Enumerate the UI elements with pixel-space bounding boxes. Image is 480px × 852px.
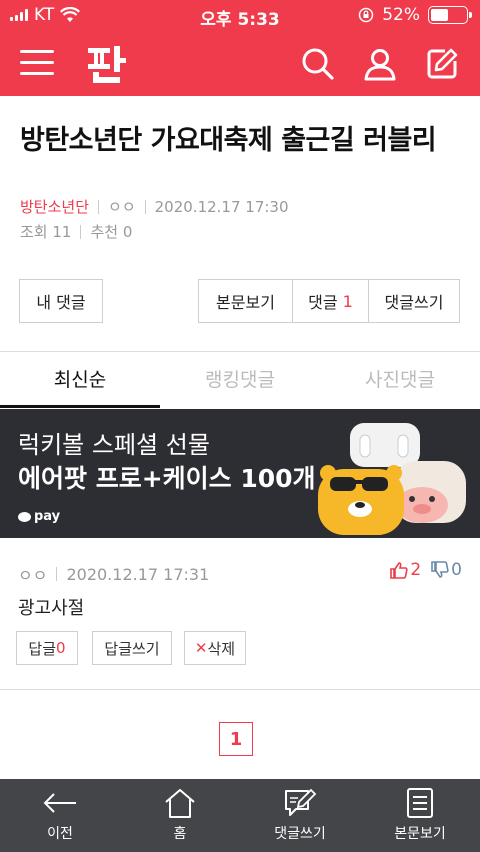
delete-label: 삭제: [207, 639, 236, 658]
like-button[interactable]: 2: [390, 560, 421, 580]
tab-photo[interactable]: 사진댓글: [320, 352, 480, 408]
like-count: 2: [410, 560, 422, 580]
nav-home-label: 홈: [173, 826, 187, 842]
write-comment-icon: [285, 788, 317, 816]
battery-icon: [428, 6, 472, 24]
rotation-lock-icon: [358, 7, 374, 23]
view-count: 조회 11: [20, 223, 72, 241]
divider: [0, 689, 480, 690]
delete-button[interactable]: ✕ 삭제: [184, 631, 246, 665]
app-header: [0, 32, 480, 96]
article-meta: 방탄소년단 ㅇㅇ 2020.12.17 17:30: [20, 196, 289, 217]
search-button[interactable]: [300, 46, 336, 82]
comments-count: 1: [342, 291, 353, 311]
dislike-count: 0: [451, 560, 462, 580]
comment-author: ㅇㅇ: [18, 566, 48, 585]
reply-button[interactable]: 답글 0: [16, 631, 78, 665]
nav-view-body[interactable]: 본문보기: [360, 779, 480, 852]
reply-label: 답글: [28, 639, 57, 658]
thumbs-up-icon: [390, 562, 408, 579]
document-icon: [407, 788, 433, 818]
edit-icon: [427, 48, 458, 79]
write-comment-button[interactable]: 댓글쓰기: [369, 280, 459, 322]
ad-headline: 럭키볼 스페셜 선물: [18, 431, 210, 459]
battery-percent: 52%: [382, 5, 420, 25]
article-category[interactable]: 방탄소년단: [20, 196, 89, 217]
airpods-character-image: [318, 423, 466, 535]
article-datetime: 2020.12.17 17:30: [154, 197, 289, 216]
search-icon: [302, 48, 334, 80]
battery-level: [431, 9, 449, 21]
menu-button[interactable]: [20, 50, 54, 78]
article-action-group: 본문보기 댓글 1 댓글쓰기: [198, 279, 460, 323]
ad-banner[interactable]: 럭키볼 스페셜 선물 에어팟 프로+케이스 100개 pay: [0, 409, 480, 538]
divider: [144, 199, 146, 214]
comment-votes: 2 0: [390, 560, 462, 580]
tab-latest[interactable]: 최신순: [0, 352, 160, 408]
my-comments-button[interactable]: 내 댓글: [19, 279, 103, 323]
view-body-button[interactable]: 본문보기: [199, 280, 293, 322]
chat-bubble-icon: [18, 511, 31, 522]
nav-view-body-label: 본문보기: [394, 826, 446, 842]
recommend-count: 추천 0: [90, 223, 133, 241]
nav-back-label: 이전: [47, 826, 73, 842]
comments-label: 댓글: [308, 293, 338, 312]
back-arrow-icon: [43, 793, 76, 813]
tab-ranking[interactable]: 랭킹댓글: [160, 352, 320, 408]
logo-mark: [88, 46, 126, 83]
delete-icon: ✕: [194, 639, 208, 657]
nav-write-comment-label: 댓글쓰기: [274, 826, 326, 842]
dislike-button[interactable]: 0: [431, 560, 462, 580]
article-author: ㅇㅇ: [108, 198, 136, 216]
pann-logo[interactable]: [84, 42, 128, 86]
nav-back[interactable]: 이전: [0, 779, 120, 852]
home-icon: [165, 789, 195, 818]
divider: [98, 199, 100, 214]
nav-write-comment[interactable]: 댓글쓰기: [240, 779, 360, 852]
page-number-current[interactable]: 1: [219, 722, 253, 756]
divider: [80, 224, 82, 239]
comment-meta: ㅇㅇ 2020.12.17 17:31: [18, 562, 209, 586]
write-button[interactable]: [424, 46, 460, 82]
thumbs-down-icon: [431, 561, 449, 578]
comment-datetime: 2020.12.17 17:31: [66, 564, 210, 584]
comment-sort-tabs: 최신순 랭킹댓글 사진댓글: [0, 352, 480, 408]
account-button[interactable]: [362, 46, 398, 82]
nav-home[interactable]: 홈: [120, 779, 240, 852]
comment-text: 광고사절: [18, 598, 85, 619]
user-icon: [364, 49, 396, 81]
pay-badge: pay: [18, 509, 60, 524]
write-reply-button[interactable]: 답글쓰기: [92, 631, 172, 665]
divider: [56, 567, 58, 581]
article-stats: 조회 11 추천 0: [20, 221, 132, 242]
article-title: 방탄소년단 가요대축제 출근길 러블리: [20, 125, 437, 156]
comments-button[interactable]: 댓글 1: [293, 280, 369, 322]
reply-count: 0: [56, 639, 66, 657]
bottom-nav: 이전 홈 댓글쓰기 본문보기: [0, 779, 480, 852]
status-bar: KT 오후 5:33 52%: [0, 0, 480, 32]
ad-subheadline: 에어팟 프로+케이스 100개: [18, 464, 316, 493]
